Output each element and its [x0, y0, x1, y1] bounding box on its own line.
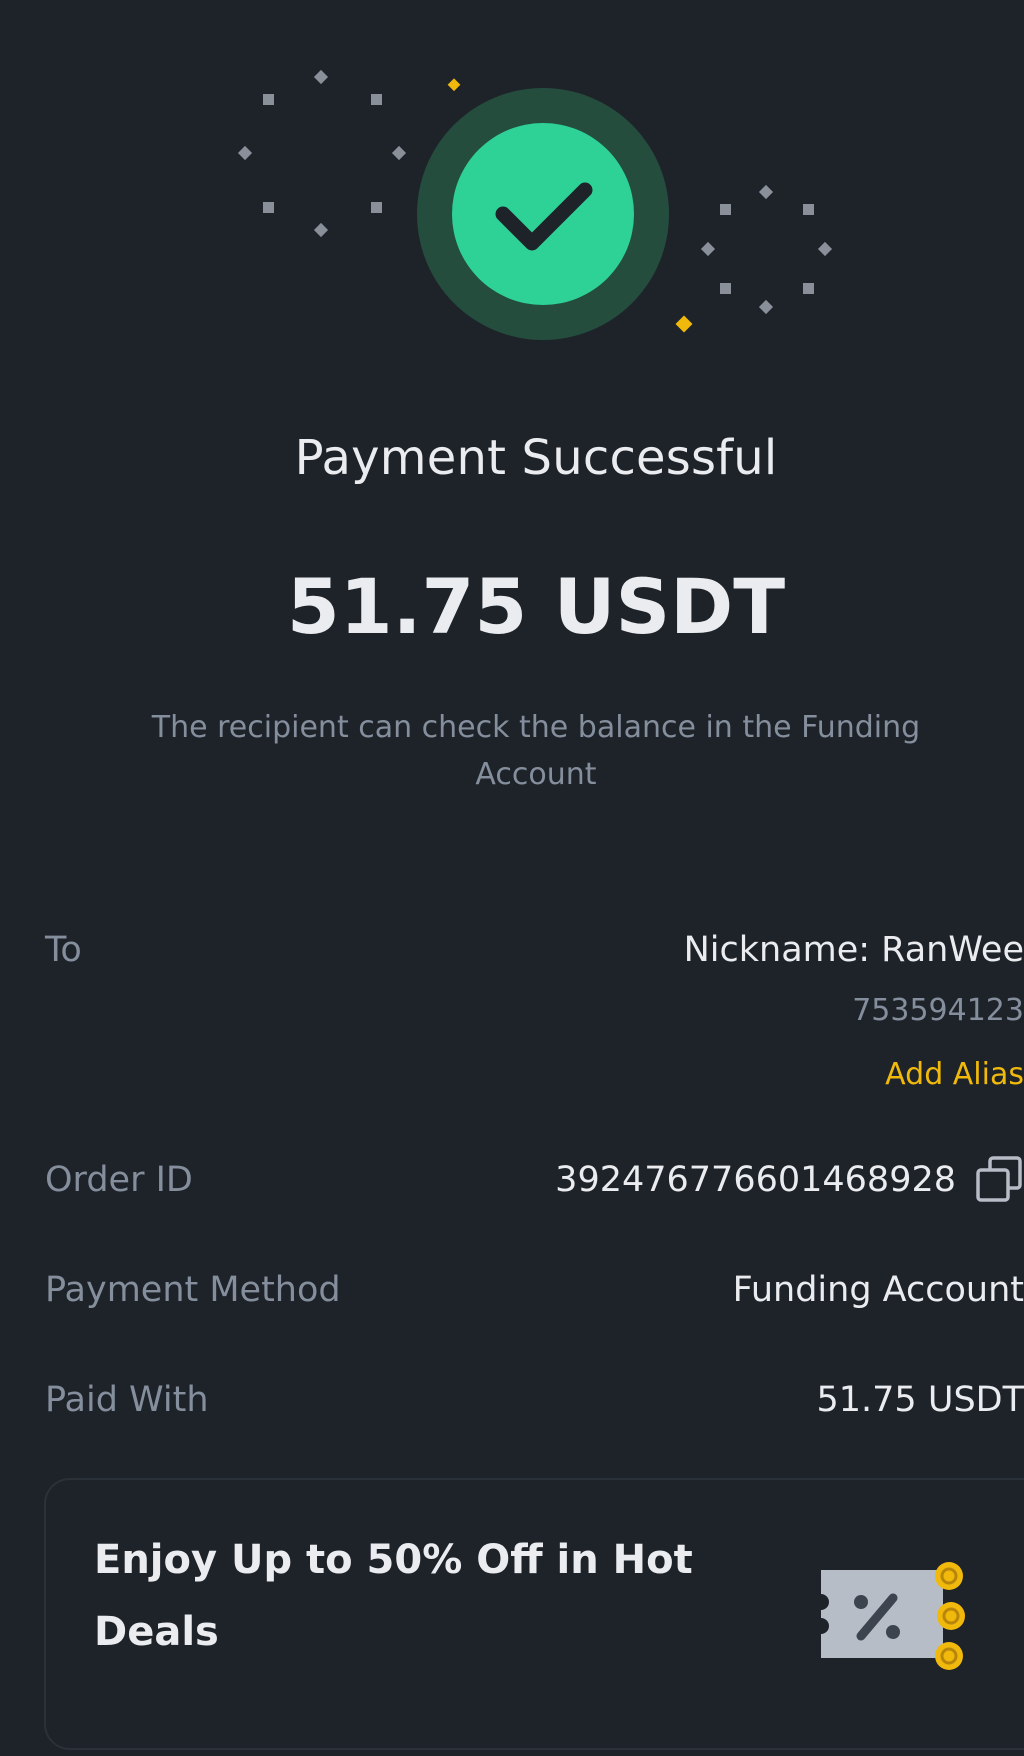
confetti-decoration — [237, 69, 833, 340]
recipient-note: The recipient can check the balance in t… — [151, 710, 921, 792]
payment-status-title: Payment Successful — [294, 430, 778, 486]
add-alias-link[interactable]: Add Alias — [885, 1057, 1024, 1092]
promo-text: Enjoy Up to 50% Off in Hot Deals — [94, 1537, 693, 1655]
success-check-icon — [417, 88, 669, 340]
payment-success-page: Payment Successful 51.75 USDT The recipi… — [0, 0, 1024, 1756]
payment-method-label: Payment Method — [45, 1270, 341, 1310]
to-label: To — [45, 930, 82, 970]
discount-coupon-icon — [821, 1562, 965, 1670]
order-id-label: Order ID — [45, 1160, 193, 1200]
recipient-uid: 753594123 — [852, 993, 1024, 1028]
recipient-nickname: Nickname: RanWee — [683, 930, 1024, 970]
paid-with-value: 51.75 USDT — [816, 1380, 1024, 1420]
order-id-value: 392476776601468928 — [555, 1160, 956, 1200]
success-illustration — [0, 0, 1024, 380]
payment-amount: 51.75 USDT — [286, 562, 786, 651]
copy-icon[interactable] — [974, 1155, 1024, 1205]
payment-method-value: Funding Account — [732, 1270, 1024, 1310]
paid-with-label: Paid With — [45, 1380, 209, 1420]
hot-deals-promo-card[interactable]: Enjoy Up to 50% Off in Hot Deals — [44, 1478, 1024, 1750]
